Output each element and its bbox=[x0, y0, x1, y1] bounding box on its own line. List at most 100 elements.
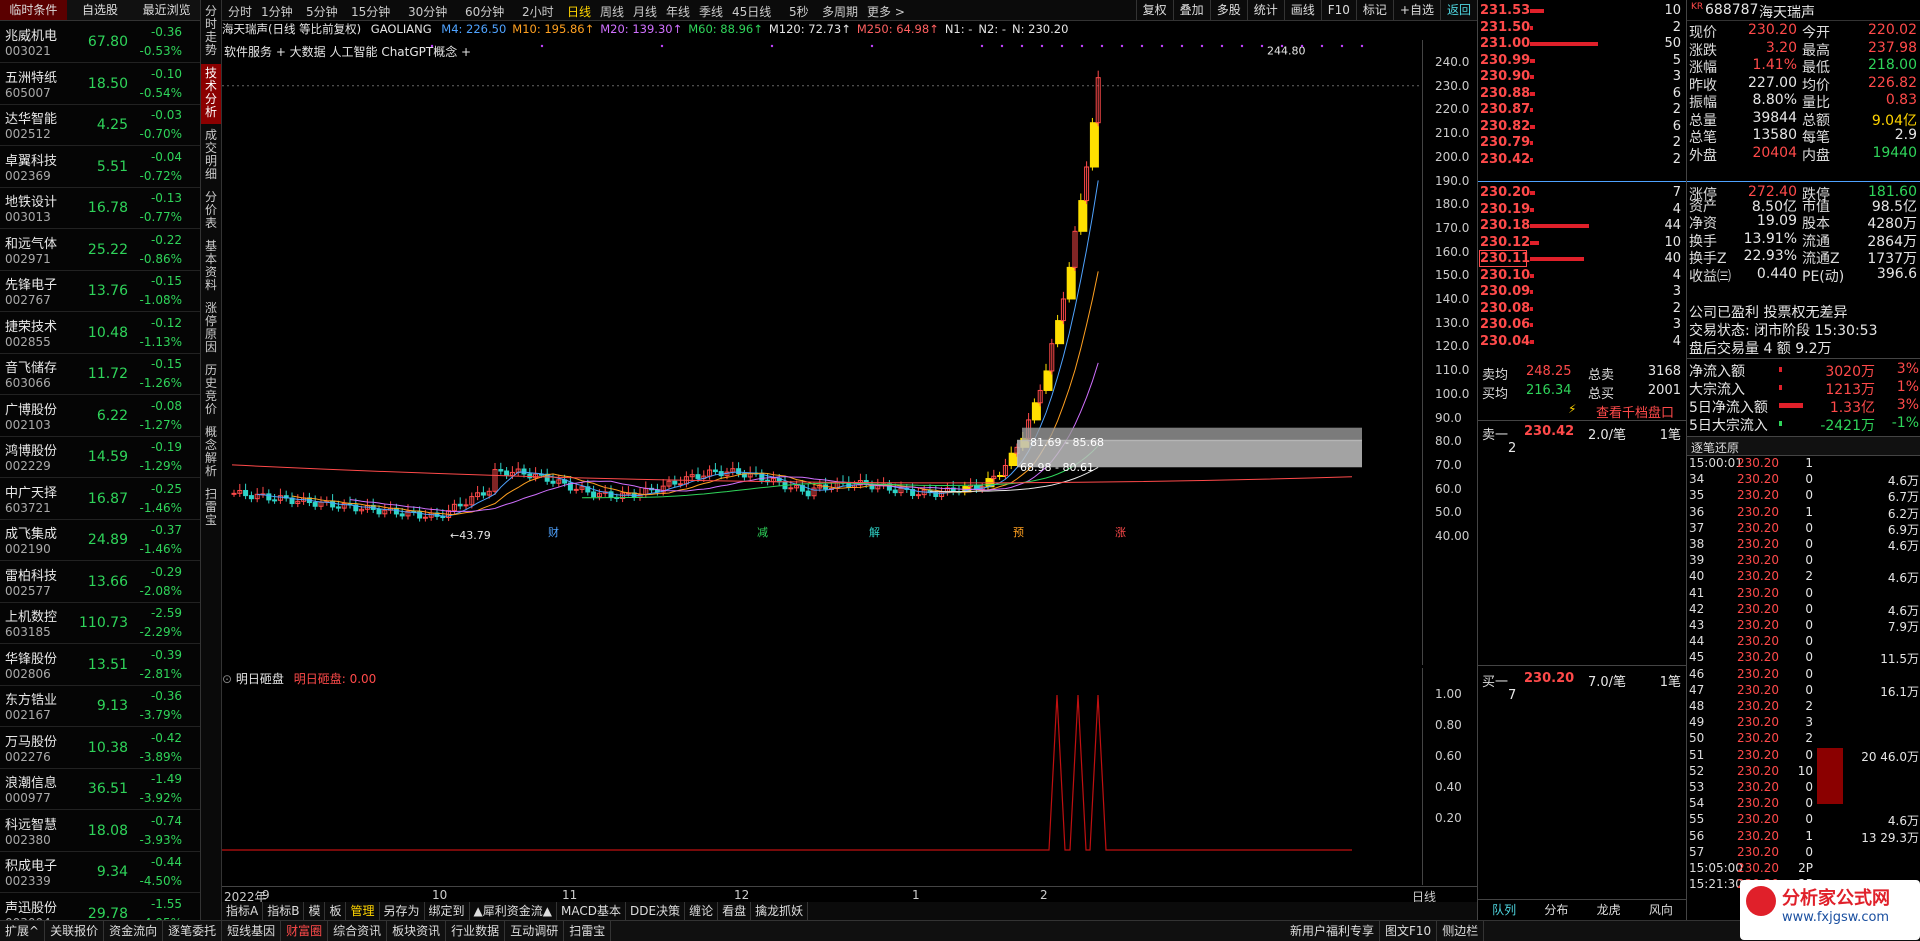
ask1-level-one[interactable]: 卖一 230.42 2.0/笔 1笔 2 bbox=[1478, 424, 1687, 458]
period-tab[interactable]: 日线 bbox=[567, 3, 591, 20]
status-tab[interactable]: 行业数据 bbox=[446, 921, 506, 941]
bid-level-row[interactable]: 230.20 7 bbox=[1478, 184, 1687, 202]
watchlist-row[interactable]: 先锋电子 002767 13.76 -0.15 -1.08% bbox=[0, 270, 200, 312]
tab-temp-condition[interactable]: 临时条件 bbox=[0, 0, 67, 20]
period-tab[interactable]: 更多 > bbox=[867, 3, 905, 20]
chart-tool-button[interactable]: 返回 bbox=[1439, 0, 1477, 20]
indicator-name[interactable]: GAOLIANG bbox=[371, 22, 432, 36]
status-tab[interactable]: 板块资讯 bbox=[387, 921, 447, 941]
watchlist-row[interactable]: 达华智能 002512 4.25 -0.03 -0.70% bbox=[0, 104, 200, 146]
chart-tool-button[interactable]: 统计 bbox=[1246, 0, 1284, 20]
watchlist-row[interactable]: 成飞集成 002190 24.89 -0.37 -1.46% bbox=[0, 519, 200, 561]
bid-level-row[interactable]: 230.09 3 bbox=[1478, 283, 1687, 301]
watchlist-row[interactable]: 卓翼科技 002369 5.51 -0.04 -0.72% bbox=[0, 146, 200, 188]
vertical-tab[interactable]: 基本资料 bbox=[201, 237, 221, 297]
period-tab[interactable]: 60分钟 bbox=[465, 3, 504, 20]
indicator-tab[interactable]: DDE决策 bbox=[626, 902, 686, 920]
indicator-tab[interactable]: 指标B bbox=[263, 902, 305, 920]
vertical-tab[interactable]: 历史竞价 bbox=[201, 361, 221, 421]
period-tab[interactable]: 45日线 bbox=[732, 3, 771, 20]
ask-level-row[interactable]: 230.42 2 bbox=[1478, 151, 1687, 169]
status-right-link[interactable]: 图文F10 bbox=[1380, 921, 1438, 941]
bid-level-row[interactable]: 230.06 3 bbox=[1478, 316, 1687, 334]
watchlist-row[interactable]: 上机数控 603185 110.73 -2.59 -2.29% bbox=[0, 602, 200, 644]
watchlist-row[interactable]: 雷柏科技 002577 13.66 -0.29 -2.08% bbox=[0, 561, 200, 603]
bid-level-row[interactable]: 230.04 4 bbox=[1478, 333, 1687, 351]
period-tab[interactable]: 多周期 bbox=[822, 3, 858, 20]
ask-level-row[interactable]: 230.90 3 bbox=[1478, 68, 1687, 86]
watchlist-row[interactable]: 东方锆业 002167 9.13 -0.36 -3.79% bbox=[0, 685, 200, 727]
indicator-tab[interactable]: ▲犀利资金流▲ bbox=[470, 902, 557, 920]
watchlist-row[interactable]: 鸿博股份 002229 14.59 -0.19 -1.29% bbox=[0, 436, 200, 478]
vertical-tab[interactable]: 扫雷宝 bbox=[201, 485, 221, 532]
period-tab[interactable]: 月线 bbox=[633, 3, 657, 20]
ask-level-row[interactable]: 230.88 6 bbox=[1478, 85, 1687, 103]
status-right-link[interactable]: 新用户福利专享 bbox=[1285, 921, 1381, 941]
chart-tool-button[interactable]: 画线 bbox=[1283, 0, 1321, 20]
period-tab[interactable]: 季线 bbox=[699, 3, 723, 20]
chart-tool-button[interactable]: 标记 bbox=[1355, 0, 1393, 20]
watchlist-row[interactable]: 科远智慧 002380 18.08 -0.74 -3.93% bbox=[0, 810, 200, 852]
status-tab[interactable]: 扩展^ bbox=[0, 921, 46, 941]
tab-recent[interactable]: 最近浏览 bbox=[133, 0, 200, 20]
indicator-tab[interactable]: 管理 bbox=[346, 902, 380, 920]
watchlist-row[interactable]: 华锋股份 002806 13.51 -0.39 -2.81% bbox=[0, 644, 200, 686]
chart-tool-button[interactable]: F10 bbox=[1320, 0, 1356, 20]
status-tab[interactable]: 互动调研 bbox=[505, 921, 565, 941]
indicator-tab[interactable]: 板 bbox=[325, 902, 347, 920]
book-tab[interactable]: 风向 bbox=[1635, 900, 1687, 920]
watchlist-row[interactable]: 浪潮信息 000977 36.51 -1.49 -3.92% bbox=[0, 768, 200, 810]
vertical-tab[interactable]: 分价表 bbox=[201, 188, 221, 235]
vertical-tab[interactable]: 概念解析 bbox=[201, 423, 221, 483]
sub-indicator-name[interactable]: 明日砸盘 bbox=[236, 672, 284, 686]
watchlist-row[interactable]: 五洲特纸 605007 18.50 -0.10 -0.54% bbox=[0, 63, 200, 105]
vertical-tab[interactable]: 成交明细 bbox=[201, 126, 221, 186]
ask-level-row[interactable]: 231.00 50 bbox=[1478, 35, 1687, 53]
watchlist-row[interactable]: 广博股份 002103 6.22 -0.08 -1.27% bbox=[0, 395, 200, 437]
chart-tool-button[interactable]: +自选 bbox=[1392, 0, 1440, 20]
period-tab[interactable]: 1分钟 bbox=[261, 3, 293, 20]
bid-level-row[interactable]: 230.18 44 bbox=[1478, 217, 1687, 235]
period-tab[interactable]: 15分钟 bbox=[351, 3, 390, 20]
watchlist-row[interactable]: 音飞储存 603066 11.72 -0.15 -1.26% bbox=[0, 353, 200, 395]
chart-tool-button[interactable]: 复权 bbox=[1135, 0, 1173, 20]
vertical-tab[interactable]: 技术分析 bbox=[201, 64, 221, 124]
status-tab[interactable]: 资金流向 bbox=[104, 921, 164, 941]
period-tab[interactable]: 年线 bbox=[666, 3, 690, 20]
bid-level-row[interactable]: 230.10 4 bbox=[1478, 267, 1687, 285]
ask-level-row[interactable]: 231.53 10 bbox=[1478, 2, 1687, 20]
ask-level-row[interactable]: 230.82 6 bbox=[1478, 118, 1687, 136]
ask-level-row[interactable]: 230.79 2 bbox=[1478, 134, 1687, 152]
status-tab[interactable]: 财富圈 bbox=[281, 921, 329, 941]
period-tab[interactable]: 5分钟 bbox=[306, 3, 338, 20]
status-tab[interactable]: 关联报价 bbox=[45, 921, 105, 941]
watchlist-row[interactable]: 和远气体 002971 25.22 -0.22 -0.86% bbox=[0, 229, 200, 271]
vertical-tab[interactable]: 分时走势 bbox=[201, 2, 221, 62]
tab-self-selected[interactable]: 自选股 bbox=[67, 0, 134, 20]
watchlist-row[interactable]: 积成电子 002339 9.34 -0.44 -4.50% bbox=[0, 851, 200, 893]
period-tab[interactable]: 周线 bbox=[600, 3, 624, 20]
period-tab[interactable]: 30分钟 bbox=[408, 3, 447, 20]
chart-tool-button[interactable]: 叠加 bbox=[1172, 0, 1210, 20]
indicator-tab[interactable]: 绑定到 bbox=[425, 902, 470, 920]
status-tab[interactable]: 综合资讯 bbox=[328, 921, 388, 941]
bid-level-row[interactable]: 230.19 4 bbox=[1478, 201, 1687, 219]
indicator-tab[interactable]: MACD基本 bbox=[557, 902, 626, 920]
book-tab[interactable]: 分布 bbox=[1530, 900, 1582, 920]
bid-level-row[interactable]: 230.11 40 bbox=[1478, 250, 1687, 268]
status-tab[interactable]: 短线基因 bbox=[222, 921, 282, 941]
bid1-level-one[interactable]: 买一 230.20 7.0/笔 1笔 7 bbox=[1478, 671, 1687, 705]
book-tab[interactable]: 龙虎 bbox=[1583, 900, 1635, 920]
chart-tool-button[interactable]: 多股 bbox=[1209, 0, 1247, 20]
indicator-tab[interactable]: 指标A bbox=[222, 902, 264, 920]
watchlist-row[interactable]: 兆威机电 003021 67.80 -0.36 -0.53% bbox=[0, 21, 200, 63]
watchlist-row[interactable]: 中广天择 603721 16.87 -0.25 -1.46% bbox=[0, 478, 200, 520]
period-tab[interactable]: 5秒 bbox=[789, 3, 809, 20]
watchlist-row[interactable]: 地铁设计 003013 16.78 -0.13 -0.77% bbox=[0, 187, 200, 229]
view-depth-link[interactable]: 查看千档盘口 bbox=[1596, 402, 1674, 421]
status-tab[interactable]: 扫雷宝 bbox=[564, 921, 612, 941]
bid-level-row[interactable]: 230.12 10 bbox=[1478, 234, 1687, 252]
watchlist-row[interactable]: 捷荣技术 002855 10.48 -0.12 -1.13% bbox=[0, 312, 200, 354]
candlestick-chart[interactable]: 81.69 - 85.68 68.98 - 80.61 244.80 ←43.79 财 减… bbox=[222, 40, 1422, 665]
status-right-link[interactable]: 侧边栏 bbox=[1437, 921, 1485, 941]
